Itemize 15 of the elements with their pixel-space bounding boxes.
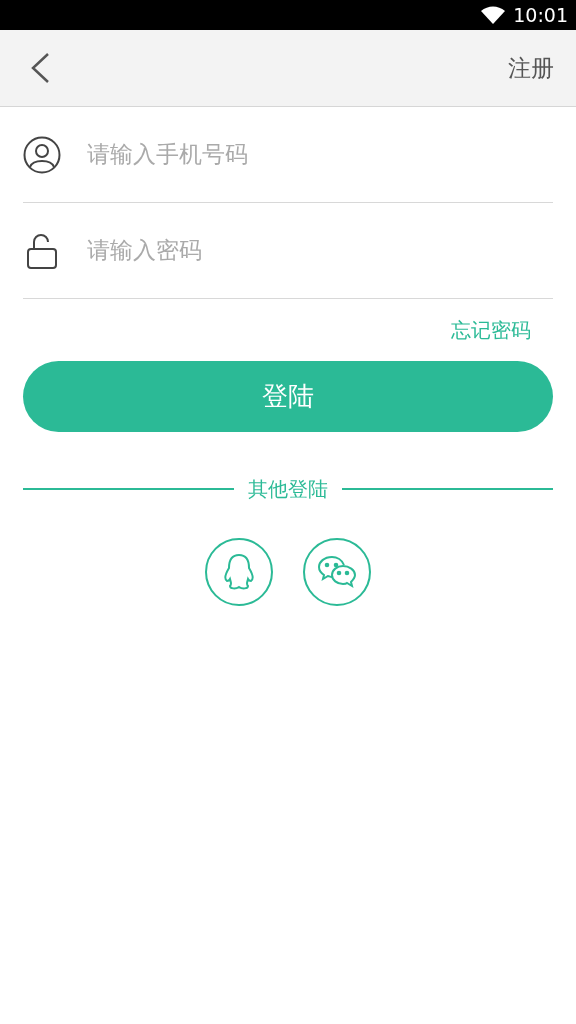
penguin-login-button[interactable] [205,538,273,606]
chat-bubbles-icon [317,554,357,590]
forgot-password-link[interactable]: 忘记密码 [451,315,531,345]
lock-icon [26,231,58,270]
password-field[interactable]: 请输入密码 [87,233,553,268]
phone-field[interactable]: 请输入手机号码 [87,137,553,172]
back-icon [30,52,50,84]
other-login-label: 其他登陆 [248,476,328,503]
login-button[interactable]: 登陆 [23,361,553,432]
register-link[interactable]: 注册 [508,50,554,86]
chat-login-button[interactable] [303,538,371,606]
wifi-icon [481,6,506,24]
clock-text: 10:01 [513,2,568,28]
user-icon [23,135,61,174]
penguin-icon [222,553,256,591]
